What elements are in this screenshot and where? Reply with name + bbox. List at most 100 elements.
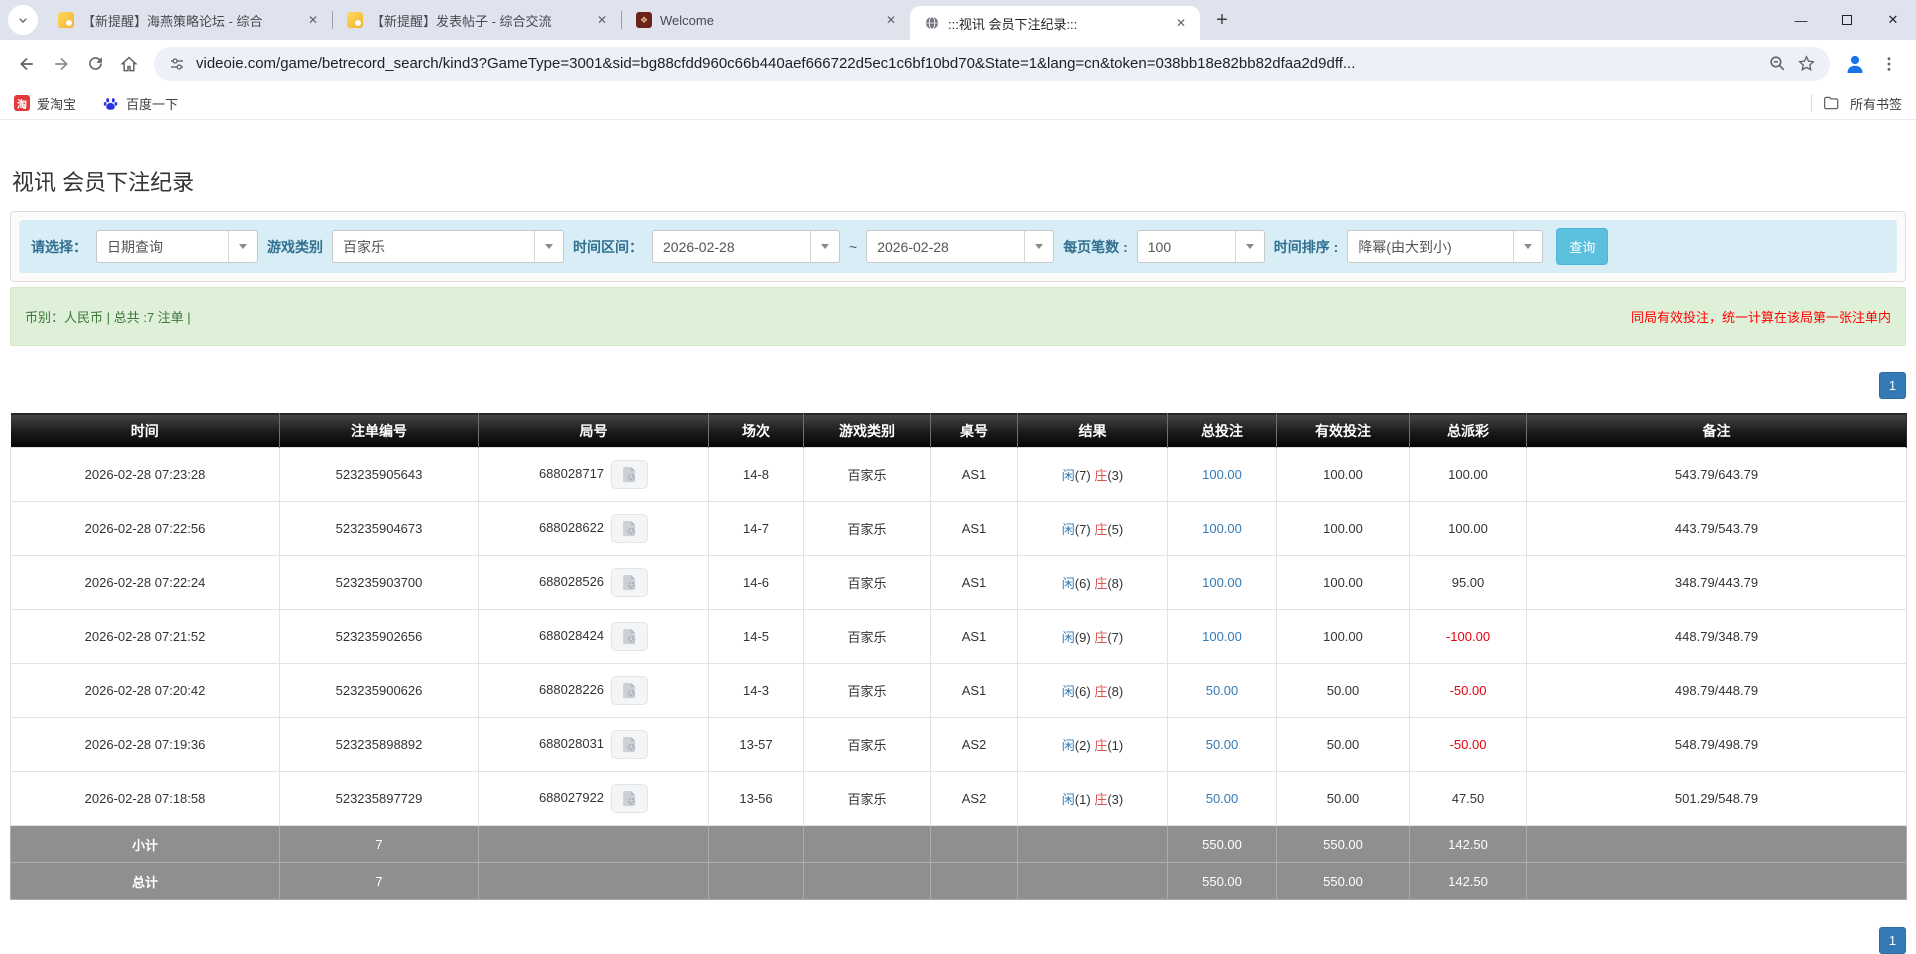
page-content: 视讯 会员下注纪录 请选择： 日期查询 游戏类别 百家乐 时间区间： 2026-… bbox=[0, 168, 1916, 954]
page-size-select[interactable]: 100 bbox=[1137, 230, 1265, 263]
zoom-icon[interactable] bbox=[1768, 54, 1787, 73]
tab-close-icon[interactable]: ✕ bbox=[593, 11, 611, 29]
total-bet-link[interactable]: 100.00 bbox=[1202, 575, 1242, 590]
total-bet-link[interactable]: 100.00 bbox=[1202, 467, 1242, 482]
total-bet-link[interactable]: 50.00 bbox=[1206, 737, 1239, 752]
bet-time-cell: 2026-02-28 07:23:28 bbox=[11, 448, 280, 502]
bookmark-aitaobao[interactable]: 淘 爱淘宝 bbox=[14, 94, 76, 113]
total-bet-link[interactable]: 50.00 bbox=[1206, 683, 1239, 698]
tab-close-icon[interactable]: ✕ bbox=[1172, 14, 1190, 32]
bookmark-star-icon[interactable] bbox=[1797, 54, 1816, 73]
bet-id-cell: 523235904673 bbox=[280, 502, 479, 556]
subtotal-row-cell-10 bbox=[1527, 826, 1907, 863]
chevron-down-icon bbox=[15, 12, 31, 28]
date-to-select[interactable]: 2026-02-28 bbox=[866, 230, 1054, 263]
reload-button[interactable] bbox=[78, 47, 112, 81]
payout-cell: 100.00 bbox=[1410, 448, 1527, 502]
total-row-cell-4 bbox=[804, 863, 931, 900]
sort-label: 时间排序 : bbox=[1274, 237, 1339, 257]
bookmarks-bar: 淘 爱淘宝 百度一下 所有书签 bbox=[0, 87, 1916, 120]
payout-cell: -50.00 bbox=[1410, 718, 1527, 772]
dropdown-button[interactable] bbox=[1513, 231, 1542, 262]
forward-button[interactable] bbox=[44, 47, 78, 81]
close-button[interactable]: ✕ bbox=[1870, 0, 1916, 40]
url-bar[interactable]: videoie.com/game/betrecord_search/kind3?… bbox=[154, 47, 1830, 81]
total-bet-link[interactable]: 100.00 bbox=[1202, 521, 1242, 536]
game-type-select[interactable]: 百家乐 bbox=[332, 230, 564, 263]
total-row-cell-5 bbox=[931, 863, 1018, 900]
sort-select[interactable]: 降幂(由大到小) bbox=[1347, 230, 1543, 263]
game-type-cell: 百家乐 bbox=[804, 502, 931, 556]
total-bet-cell: 100.00 bbox=[1168, 502, 1277, 556]
payout-value: 100.00 bbox=[1448, 467, 1488, 482]
date-from-select[interactable]: 2026-02-28 bbox=[652, 230, 840, 263]
browser-toolbar: videoie.com/game/betrecord_search/kind3?… bbox=[0, 40, 1916, 87]
banker-result: 庄 bbox=[1094, 738, 1107, 753]
player-score: (7) bbox=[1075, 468, 1091, 483]
dropdown-button[interactable] bbox=[1024, 231, 1053, 262]
video-replay-button[interactable] bbox=[611, 784, 648, 813]
video-replay-button[interactable] bbox=[611, 568, 648, 597]
tab-forum[interactable]: 【新提醒】海燕策略论坛 - 综合 ✕ bbox=[44, 0, 332, 40]
player-result: 闲 bbox=[1062, 522, 1075, 537]
result-cell: 闲(6) 庄(8) bbox=[1018, 556, 1168, 610]
round-cell: 688028526 bbox=[479, 556, 709, 610]
video-replay-button[interactable] bbox=[611, 460, 648, 489]
total-row-cell-1: 7 bbox=[280, 863, 479, 900]
time-range-label: 时间区间： bbox=[573, 237, 643, 257]
dropdown-button[interactable] bbox=[810, 231, 839, 262]
all-bookmarks[interactable]: 所有书签 bbox=[1811, 94, 1902, 113]
query-button[interactable]: 查询 bbox=[1556, 228, 1608, 265]
subtotal-row-cell-7: 550.00 bbox=[1168, 826, 1277, 863]
bet-row: 2026-02-28 07:22:24523235903700688028526… bbox=[11, 556, 1907, 610]
page-1-button[interactable]: 1 bbox=[1879, 372, 1906, 399]
tab-search-button[interactable] bbox=[8, 5, 38, 35]
dropdown-button[interactable] bbox=[534, 231, 563, 262]
column-header-8: 有效投注 bbox=[1277, 414, 1410, 448]
tab-title: 【新提醒】发表帖子 - 综合交流 bbox=[371, 11, 585, 30]
choose-label: 请选择： bbox=[31, 237, 87, 257]
summary-bar: 币别：人民币 | 总共 :7 注单 | 同局有效投注，统一计算在该局第一张注单内 bbox=[10, 287, 1906, 346]
minimize-button[interactable]: — bbox=[1778, 0, 1824, 40]
total-bet-link[interactable]: 100.00 bbox=[1202, 629, 1242, 644]
bookmark-baidu[interactable]: 百度一下 bbox=[102, 94, 178, 113]
total-bet-link[interactable]: 50.00 bbox=[1206, 791, 1239, 806]
url-text[interactable]: videoie.com/game/betrecord_search/kind3?… bbox=[196, 55, 1758, 72]
payout-cell: -100.00 bbox=[1410, 610, 1527, 664]
tab-post[interactable]: 【新提醒】发表帖子 - 综合交流 ✕ bbox=[333, 0, 621, 40]
round-cell: 688028226 bbox=[479, 664, 709, 718]
dropdown-button[interactable] bbox=[1235, 231, 1264, 262]
profile-avatar[interactable] bbox=[1838, 47, 1872, 81]
subtotal-row-cell-8: 550.00 bbox=[1277, 826, 1410, 863]
column-header-3: 场次 bbox=[709, 414, 804, 448]
tab-close-icon[interactable]: ✕ bbox=[882, 11, 900, 29]
round-number: 688028424 bbox=[539, 628, 604, 643]
round-cell: 688028622 bbox=[479, 502, 709, 556]
video-replay-button[interactable] bbox=[611, 514, 648, 543]
video-replay-button[interactable] bbox=[611, 676, 648, 705]
subtotal-row-cell-9: 142.50 bbox=[1410, 826, 1527, 863]
maximize-button[interactable] bbox=[1824, 0, 1870, 40]
back-button[interactable] bbox=[10, 47, 44, 81]
total-row-cell-9: 142.50 bbox=[1410, 863, 1527, 900]
query-type-select[interactable]: 日期查询 bbox=[96, 230, 258, 263]
home-button[interactable] bbox=[112, 47, 146, 81]
bet-time-cell: 2026-02-28 07:18:58 bbox=[11, 772, 280, 826]
browser-window: 【新提醒】海燕策略论坛 - 综合 ✕ 【新提醒】发表帖子 - 综合交流 ✕ ❖ … bbox=[0, 0, 1916, 120]
forward-arrow-icon bbox=[51, 54, 71, 74]
tab-welcome[interactable]: ❖ Welcome ✕ bbox=[622, 0, 910, 40]
video-replay-button[interactable] bbox=[611, 730, 648, 759]
video-replay-button[interactable] bbox=[611, 622, 648, 651]
tab-close-icon[interactable]: ✕ bbox=[304, 11, 322, 29]
menu-button[interactable] bbox=[1872, 47, 1906, 81]
column-header-0: 时间 bbox=[11, 414, 280, 448]
total-bet-cell: 50.00 bbox=[1168, 718, 1277, 772]
bet-id-cell: 523235897729 bbox=[280, 772, 479, 826]
dropdown-button[interactable] bbox=[228, 231, 257, 262]
note-cell: 443.79/543.79 bbox=[1527, 502, 1907, 556]
new-tab-button[interactable]: + bbox=[1208, 6, 1236, 34]
round-cell: 688028717 bbox=[479, 448, 709, 502]
globe-icon bbox=[924, 15, 940, 31]
page-1-button[interactable]: 1 bbox=[1879, 927, 1906, 954]
tab-bet-records-active[interactable]: :::视讯 会员下注纪录::: ✕ bbox=[910, 6, 1200, 40]
